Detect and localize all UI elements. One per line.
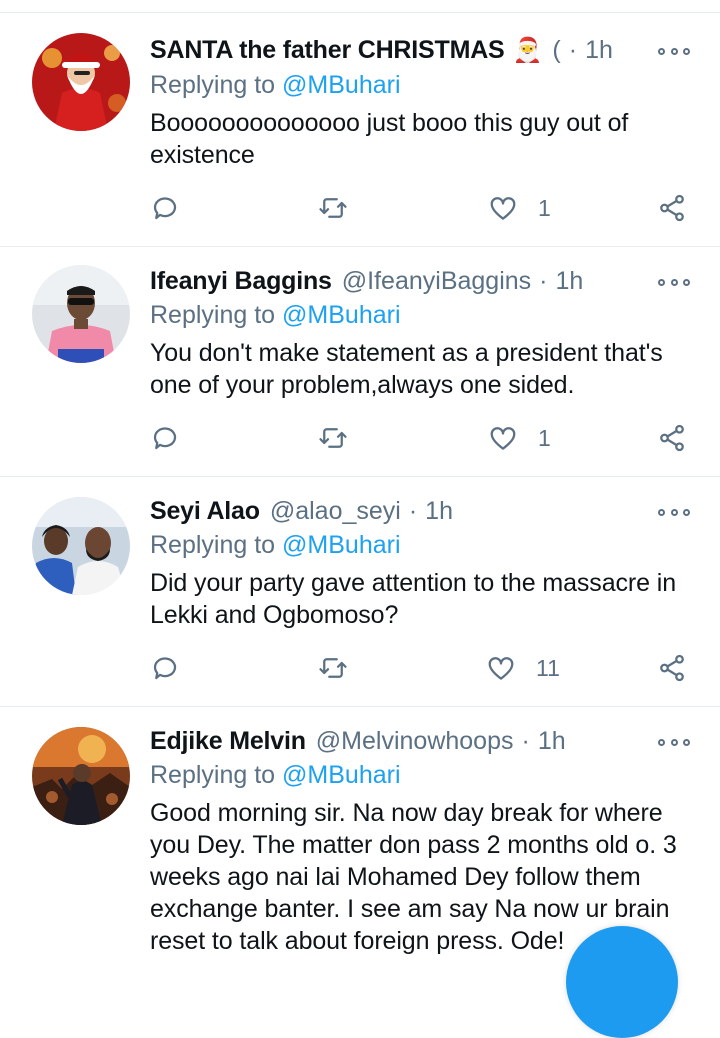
reply-tweet[interactable]: Seyi Alao @alao_seyi · 1h Replying to @M…	[0, 477, 720, 707]
replying-to: Replying to @MBuhari	[150, 761, 401, 790]
share-icon	[660, 194, 684, 222]
reply-icon	[153, 657, 177, 680]
reply-tweet[interactable]: SANTA the father CHRISTMAS 🎅 ( · 1h Repl…	[0, 13, 720, 247]
like-button[interactable]: 11	[486, 648, 560, 688]
timestamp[interactable]: 1h	[425, 497, 453, 526]
avatar[interactable]	[32, 497, 130, 595]
action-bar: 11	[0, 648, 720, 688]
display-name[interactable]: Ifeanyi Baggins	[150, 267, 332, 296]
reply-tweet[interactable]: Ifeanyi Baggins @IfeanyiBaggins · 1h Rep…	[0, 247, 720, 477]
timestamp[interactable]: 1h	[538, 727, 566, 756]
tweet-text: You don't make statement as a president …	[150, 339, 663, 399]
like-count: 1	[538, 194, 551, 221]
movie-poster-avatar-icon	[32, 727, 130, 825]
display-name[interactable]: SANTA the father CHRISTMAS	[150, 36, 505, 65]
reply-button[interactable]	[150, 418, 180, 458]
share-button[interactable]	[657, 418, 687, 458]
reply-button[interactable]	[150, 648, 180, 688]
retweet-button[interactable]	[318, 188, 348, 228]
replying-to: Replying to @MBuhari	[150, 531, 401, 560]
retweet-icon	[319, 658, 347, 678]
separator-dot: ·	[408, 496, 418, 525]
reply-tweet[interactable]: Edjike Melvin @Melvinowhoops · 1h Replyi…	[0, 707, 720, 964]
display-name[interactable]: Edjike Melvin	[150, 727, 306, 756]
share-button[interactable]	[657, 188, 687, 228]
like-button[interactable]: 1	[488, 188, 551, 228]
mention-link[interactable]: @MBuhari	[282, 71, 400, 99]
share-icon	[660, 654, 684, 682]
retweet-icon	[319, 428, 347, 448]
man-pink-shirt-avatar-icon	[32, 265, 130, 363]
replying-to: Replying to @MBuhari	[150, 71, 401, 100]
tweet-text: Did your party gave attention to the mas…	[150, 569, 677, 629]
avatar[interactable]	[32, 33, 130, 131]
mention-link[interactable]: @MBuhari	[282, 761, 400, 789]
user-handle[interactable]: (	[552, 36, 560, 65]
tweet-text: Boooooooooooooo just booo this guy out o…	[150, 109, 629, 169]
replying-prefix: Replying to	[150, 71, 276, 99]
separator-dot: ·	[521, 726, 530, 755]
like-count: 11	[536, 654, 560, 681]
retweet-icon	[319, 198, 347, 218]
more-options-icon[interactable]	[658, 502, 690, 522]
timestamp[interactable]: 1h	[585, 36, 613, 65]
replying-to: Replying to @MBuhari	[150, 301, 401, 330]
heart-icon	[490, 197, 516, 220]
replying-prefix: Replying to	[150, 761, 276, 789]
heart-icon	[490, 427, 516, 450]
avatar[interactable]	[32, 265, 130, 363]
mention-link[interactable]: @MBuhari	[282, 301, 400, 329]
retweet-button[interactable]	[318, 648, 348, 688]
user-handle[interactable]: @Melvinowhoops	[316, 727, 514, 756]
retweet-button[interactable]	[318, 418, 348, 458]
compose-button[interactable]	[566, 926, 678, 1038]
avatar[interactable]	[32, 727, 130, 825]
separator-dot: ·	[568, 35, 578, 64]
replying-prefix: Replying to	[150, 301, 276, 329]
user-handle[interactable]: @alao_seyi	[270, 497, 401, 526]
santa-avatar-icon	[32, 33, 130, 131]
like-count: 1	[538, 424, 551, 451]
reply-icon	[153, 197, 177, 220]
heart-icon	[488, 657, 514, 680]
replying-prefix: Replying to	[150, 531, 276, 559]
share-button[interactable]	[657, 648, 687, 688]
action-bar: 1	[0, 418, 720, 458]
user-handle[interactable]: @IfeanyiBaggins	[342, 267, 531, 296]
more-options-icon[interactable]	[658, 272, 690, 292]
more-options-icon[interactable]	[658, 41, 690, 61]
reply-icon	[153, 427, 177, 450]
reply-button[interactable]	[150, 188, 180, 228]
like-button[interactable]: 1	[488, 418, 551, 458]
action-bar: 1	[0, 188, 720, 228]
display-name[interactable]: Seyi Alao	[150, 497, 260, 526]
couple-avatar-icon	[32, 497, 130, 595]
more-options-icon[interactable]	[658, 732, 690, 752]
separator-dot: ·	[539, 266, 548, 295]
santa-emoji: 🎅	[512, 36, 543, 64]
share-icon	[660, 424, 684, 452]
mention-link[interactable]: @MBuhari	[282, 531, 400, 559]
timestamp[interactable]: 1h	[556, 267, 584, 296]
